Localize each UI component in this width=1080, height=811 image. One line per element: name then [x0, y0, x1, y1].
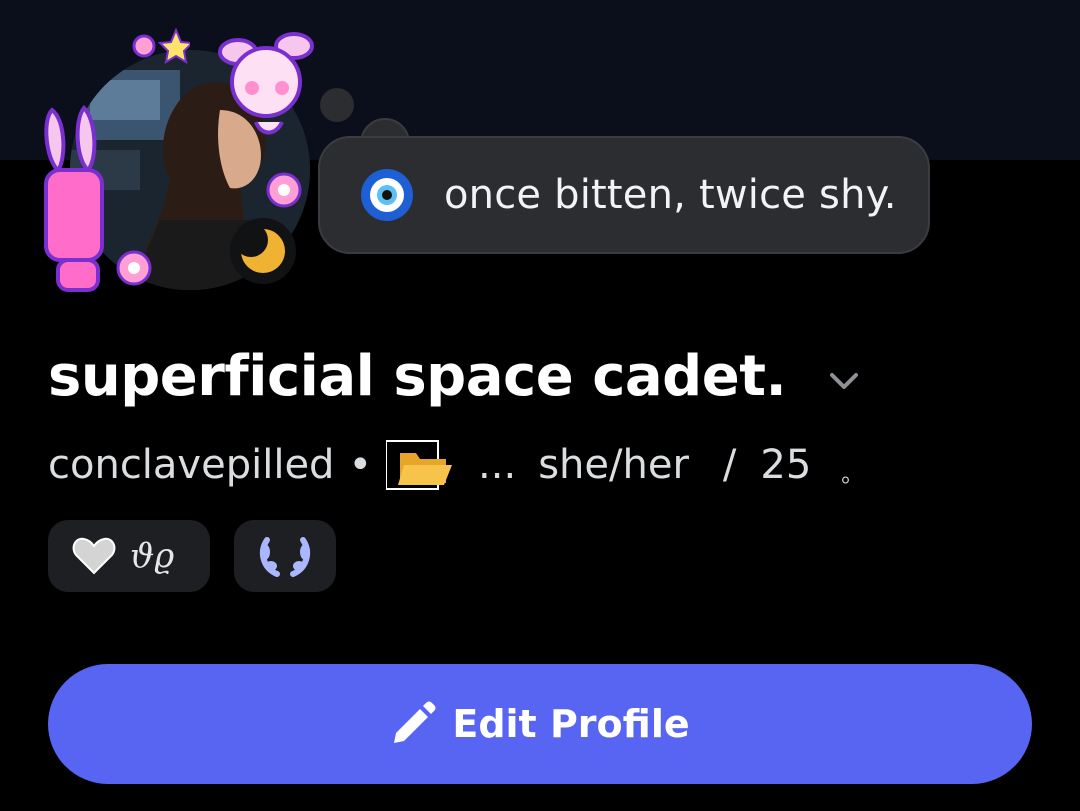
tag-text: ϑϱ: [130, 536, 175, 576]
edit-profile-button[interactable]: Edit Profile: [48, 664, 1032, 784]
laurel-wreath-icon: [259, 537, 311, 577]
display-name: superficial space cadet.: [48, 344, 787, 409]
custom-status-bubble[interactable]: once bitten, twice shy.: [318, 136, 930, 254]
edit-profile-label: Edit Profile: [452, 702, 690, 746]
profile-tag[interactable]: [234, 520, 336, 592]
separator-dot: •: [348, 442, 373, 488]
profile-subline: conclavepilled • ... she/her / 25 。: [48, 438, 863, 492]
custom-status-text: once bitten, twice shy.: [444, 172, 897, 218]
trailing-mark: 。: [841, 463, 864, 488]
flower-decoration-icon: [116, 250, 152, 286]
nazar-amulet-icon: [361, 169, 413, 221]
avatar-container[interactable]: [40, 20, 320, 310]
chevron-down-icon[interactable]: [826, 366, 862, 396]
pronouns: she/her: [538, 442, 689, 488]
age: 25: [760, 442, 812, 488]
bunny-head-icon: [218, 32, 314, 135]
slash: /: [722, 442, 737, 488]
heart-icon: [72, 537, 116, 575]
star-decoration-icon: [132, 28, 190, 64]
username: conclavepilled: [48, 442, 335, 488]
folder-icon: [386, 440, 453, 490]
ellipsis: ...: [478, 442, 517, 488]
pencil-icon: [394, 701, 436, 743]
flower-decoration-icon: [266, 172, 302, 208]
bubble-tail-dot: [320, 88, 354, 122]
bunny-decoration-icon: [44, 105, 104, 292]
status-idle-moon-icon: [230, 218, 296, 284]
profile-tag[interactable]: ϑϱ: [48, 520, 210, 592]
